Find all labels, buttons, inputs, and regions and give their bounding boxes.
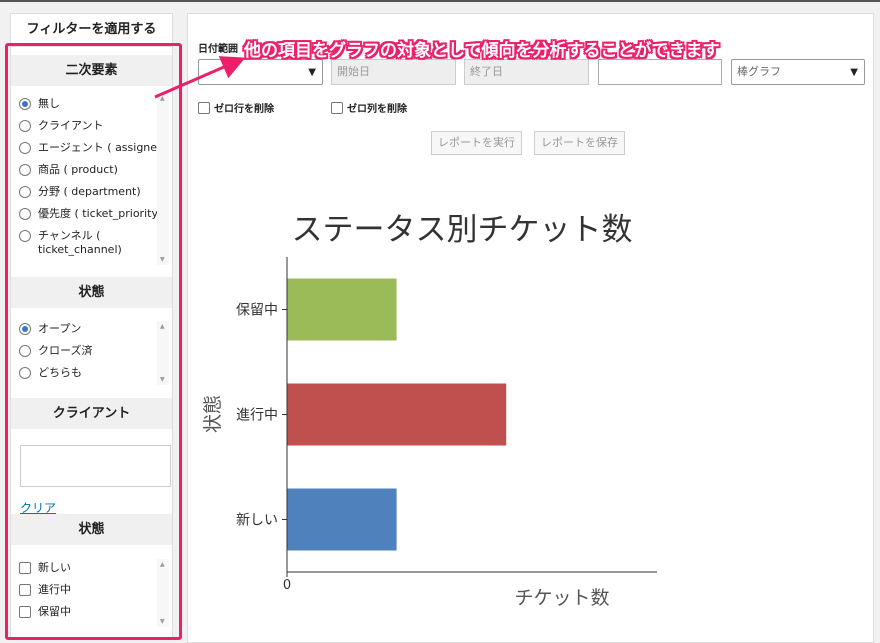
secondary-option[interactable]: 分野 ( department) [19, 185, 169, 199]
client-section-title: クライアント [11, 398, 172, 429]
secondary-option-label: 優先度 ( ticket_priority) [38, 207, 163, 220]
chart-type-select[interactable]: 棒グラフ ▼ [731, 59, 865, 85]
zero-col-label: ゼロ列を削除 [347, 104, 407, 115]
ticket-status-chart: ステータス別チケット数 保留中進行中新しい 010 チケット数 状態 [202, 212, 657, 609]
chevron-down-icon: ▼ [850, 67, 858, 78]
end-date-input[interactable]: 終了日 [464, 59, 589, 85]
status-radio[interactable] [19, 345, 31, 357]
secondary-option-label: 商品 ( product) [38, 163, 118, 176]
status-option-list: オープンクローズ済どちらも [19, 322, 169, 384]
y-tick-label-1: 進行中 [236, 408, 278, 424]
state-option-label: 進行中 [38, 583, 71, 596]
date-range-label: 日付範囲 [198, 44, 238, 55]
secondary-radio[interactable] [19, 186, 31, 198]
state-option-label: 保留中 [38, 605, 71, 618]
x-axis-label: チケット数 [514, 587, 609, 609]
secondary-option-label: チャンネル ( ticket_channel) [38, 229, 122, 256]
start-date-input[interactable]: 開始日 [331, 59, 456, 85]
secondary-option[interactable]: エージェント ( assignee) [19, 141, 169, 155]
state-checkbox[interactable] [19, 562, 31, 574]
secondary-radio[interactable] [19, 120, 31, 132]
secondary-radio[interactable] [19, 230, 31, 242]
status-radio[interactable] [19, 367, 31, 379]
secondary-option-list: 無しクライアントエージェント ( assignee) 商品 ( product) 分… [19, 97, 169, 265]
secondary-option[interactable]: クライアント [19, 119, 169, 133]
state-option[interactable]: 進行中 [19, 583, 169, 597]
save-report-button[interactable]: レポートを保存 [534, 131, 625, 155]
x-tick-label-0: 0 [283, 578, 291, 593]
apply-filter-button[interactable]: フィルターを適用する [10, 13, 173, 47]
state-scrollbar[interactable]: ▲ ▼ [157, 559, 169, 627]
bar-0 [287, 278, 397, 341]
secondary-option-label: 分野 ( department) [38, 185, 141, 198]
secondary-scrollbar[interactable]: ▲ ▼ [157, 93, 169, 265]
bar-1 [287, 383, 507, 446]
run-report-button[interactable]: レポートを実行 [431, 131, 522, 155]
secondary-option[interactable]: 無し [19, 97, 169, 111]
client-select-box[interactable] [20, 445, 171, 487]
status-option-label: どちらも [38, 366, 82, 379]
secondary-radio[interactable] [19, 142, 31, 154]
state-checkbox[interactable] [19, 584, 31, 596]
secondary-option-label: クライアント [38, 119, 104, 132]
filter-sidebar: 二次要素 無し クライアント エージェント ( assignee) 商品 ( prod… [10, 46, 173, 638]
status-option[interactable]: どちらも [19, 366, 169, 380]
secondary-option-label: 無し [38, 97, 60, 110]
zero-col-option[interactable]: ゼロ列を削除 [331, 100, 407, 115]
status-option-label: オープン [38, 322, 82, 335]
chart-title: ステータス別チケット数 [292, 212, 633, 248]
secondary-section-title: 二次要素 [11, 55, 172, 86]
status-option[interactable]: クローズ済 [19, 344, 169, 358]
secondary-radio[interactable] [19, 98, 31, 110]
state-checkbox[interactable] [19, 606, 31, 618]
zero-row-option[interactable]: ゼロ行を削除 [198, 100, 274, 115]
status-scrollbar[interactable]: ▲ ▼ [157, 321, 169, 385]
secondary-option[interactable]: チャンネル ( ticket_channel) [19, 229, 169, 257]
date-range-select[interactable]: ▼ [198, 59, 323, 85]
state-option[interactable]: 保留中 [19, 605, 169, 619]
status-option-label: クローズ済 [38, 344, 93, 357]
window-top-border [0, 0, 880, 2]
secondary-option-label: エージェント ( assignee) [38, 141, 169, 154]
y-tick-label-0: 保留中 [236, 303, 278, 319]
zero-row-checkbox[interactable] [198, 101, 210, 114]
callout-text: 他の項目をグラフの対象として傾向を分析することができます [244, 41, 720, 61]
state-option[interactable]: 新しい [19, 561, 169, 575]
zero-col-checkbox[interactable] [331, 101, 343, 114]
filter-input[interactable] [598, 59, 722, 85]
zero-row-label: ゼロ行を削除 [214, 104, 274, 115]
secondary-option[interactable]: 商品 ( product) [19, 163, 169, 177]
secondary-radio[interactable] [19, 164, 31, 176]
status-option[interactable]: オープン [19, 322, 169, 336]
y-tick-label-2: 新しい [236, 513, 278, 529]
y-axis-label: 状態 [202, 395, 224, 433]
state-section-title: 状態 [11, 514, 172, 545]
bar-2 [287, 488, 397, 551]
state-option-label: 新しい [38, 561, 71, 574]
state-option-list: 新しい 進行中 保留中 [19, 561, 169, 627]
chevron-down-icon: ▼ [308, 67, 316, 78]
secondary-radio[interactable] [19, 208, 31, 220]
chart-type-value: 棒グラフ [737, 65, 781, 78]
status-section-title: 状態 [11, 277, 172, 308]
secondary-option[interactable]: 優先度 ( ticket_priority) [19, 207, 169, 221]
status-radio[interactable] [19, 323, 31, 335]
